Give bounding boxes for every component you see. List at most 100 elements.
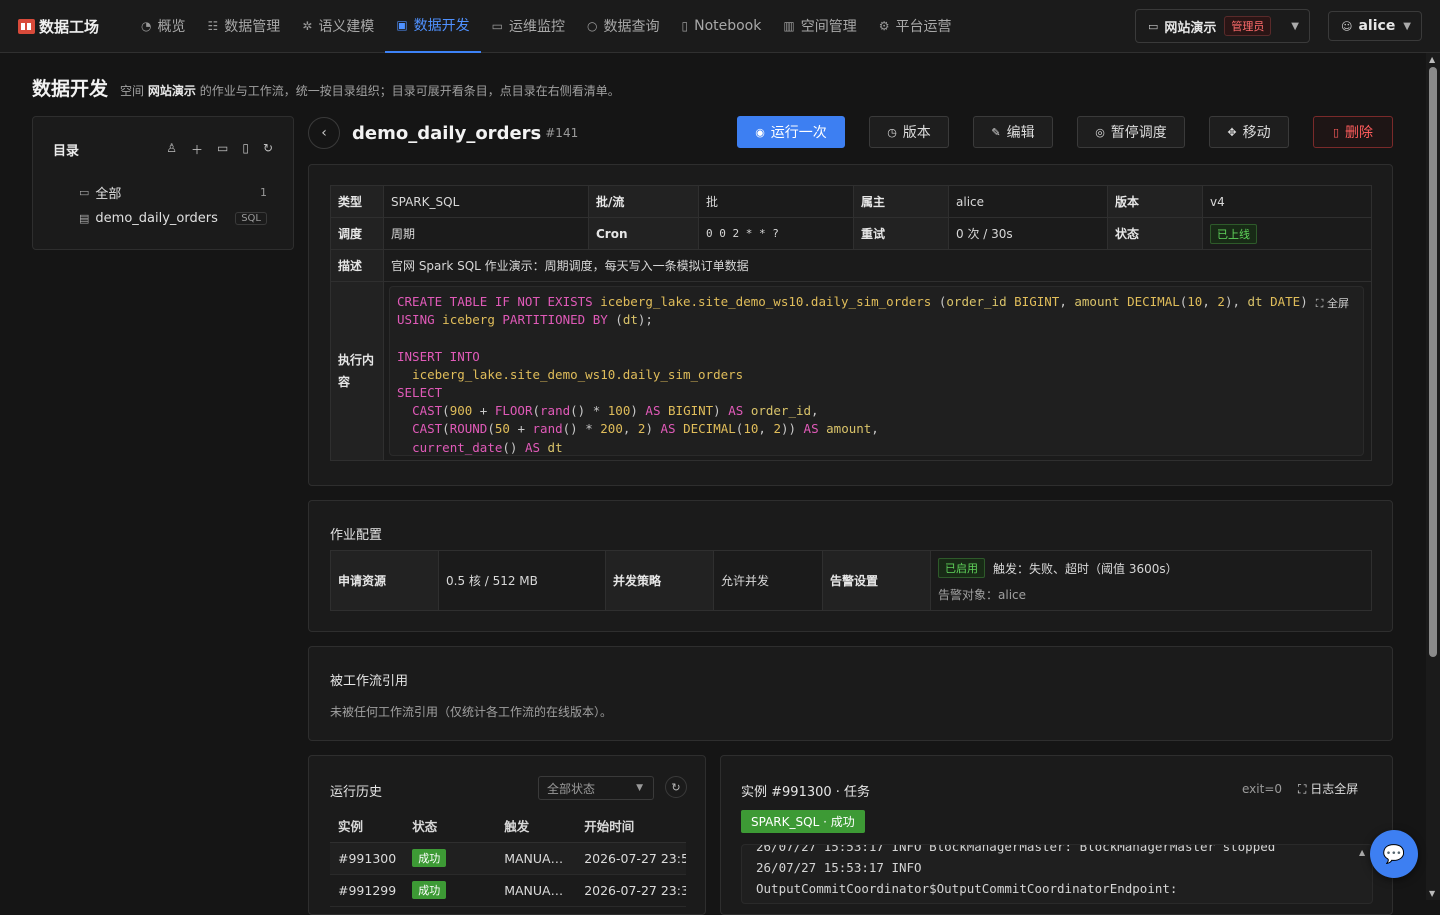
job-schedule: 周期 — [383, 217, 589, 250]
refresh-button[interactable]: ↻ — [665, 776, 687, 798]
chevron-down-icon: ▼ — [1291, 20, 1299, 32]
user-name: alice — [1358, 18, 1396, 34]
status-badge: 成功 — [412, 881, 447, 899]
config-table: 申请资源 0.5 核 / 512 MB 并发策略 允许并发 告警设置 已启用 触发… — [330, 550, 1372, 611]
back-button[interactable]: ‹ — [308, 117, 340, 149]
person-icon[interactable]: ♙ — [166, 141, 177, 158]
pause-circle-icon: ◎ — [1095, 125, 1105, 139]
scroll-up-icon[interactable]: ▲ — [1429, 55, 1435, 64]
notebook-icon: ▯ — [681, 19, 689, 33]
code-icon: ▣ — [396, 18, 408, 32]
config-title: 作业配置 — [330, 528, 383, 543]
chevron-left-icon: ‹ — [321, 125, 327, 141]
log-fullscreen-button[interactable]: ⛶ 日志全屏 — [1298, 780, 1358, 797]
scroll-down-icon[interactable]: ▼ — [1429, 889, 1435, 898]
gear-icon: ⚙ — [878, 19, 890, 33]
chat-button[interactable]: 💬 — [1370, 830, 1418, 878]
page-scrollbar[interactable]: ▲ ▼ — [1426, 53, 1440, 900]
folder-icon: ▭ — [1148, 19, 1159, 33]
refresh-icon: ↻ — [671, 780, 681, 794]
delete-button[interactable]: ▯ 删除 — [1313, 116, 1393, 148]
log-output[interactable]: 26/07/27 15:53:17 INFO BlockManagerMaste… — [741, 844, 1373, 904]
refs-title: 被工作流引用 — [330, 674, 409, 689]
chevron-down-icon: ▼ — [1403, 20, 1411, 32]
nav-item-platform-ops[interactable]: ⚙ 平台运营 — [868, 0, 963, 53]
sparkle-icon: ✲ — [302, 19, 313, 33]
job-owner: alice — [948, 185, 1108, 218]
building-icon: ▥ — [783, 19, 795, 33]
alert-trigger: 触发：失败、超时（阈值 3600s） — [993, 561, 1178, 576]
history-table: 实例 状态 触发 开始时间 #991300 成功 MANUA… 2026-07-… — [330, 810, 686, 907]
job-config-card: 作业配置 申请资源 0.5 核 / 512 MB 并发策略 允许并发 告警设置 … — [308, 500, 1393, 632]
scroll-up-icon[interactable]: ▲ — [1359, 848, 1365, 857]
job-id: #141 — [545, 126, 579, 140]
folder-icon: ▭ — [79, 185, 90, 199]
concurrency-value: 允许并发 — [713, 550, 823, 611]
database-icon: ☷ — [207, 19, 219, 33]
dashboard-icon: ◔ — [141, 19, 152, 33]
page-header: 数据开发 空间 网站演示 的作业与工作流，统一按目录组织；目录可展开看条目，点目… — [32, 74, 620, 101]
item-count: 1 — [260, 185, 267, 199]
refresh-icon[interactable]: ↻ — [263, 141, 273, 158]
edit-button[interactable]: ✎ 编辑 — [973, 116, 1053, 148]
app-logo[interactable]: 数据工场 — [18, 16, 130, 37]
nav-item-notebook[interactable]: ▯ Notebook — [670, 0, 772, 53]
tree-item-all[interactable]: ▭ 全部 1 — [33, 179, 293, 205]
job-description: 官网 Spark SQL 作业演示：周期调度，每天写入一条模拟订单数据 — [383, 249, 1372, 282]
job-info-table: 类型 SPARK_SQL 批/流 批 属主 alice 版本 v4 调度 周期 … — [330, 185, 1372, 461]
nav-item-data-development[interactable]: ▣ 数据开发 — [385, 0, 481, 53]
top-navbar: 数据工场 ◔ 概览 ☷ 数据管理 ✲ 语义建模 ▣ 数据开发 ▭ 运维监控 ○ 数据查询 ▯… — [0, 0, 1440, 53]
nav-item-data-query[interactable]: ○ 数据查询 — [576, 0, 670, 53]
exit-code: exit=0 — [1242, 782, 1283, 796]
history-title: 运行历史 — [330, 785, 383, 800]
pencil-icon: ✎ — [991, 125, 1001, 139]
pause-schedule-button[interactable]: ◎ 暂停调度 — [1077, 116, 1185, 148]
user-menu[interactable]: ☺ alice ▼ — [1328, 11, 1422, 41]
refs-text: 未被任何工作流引用（仅统计各工作流的在线版本）。 — [330, 705, 613, 719]
alert-target: 告警对象：alice — [938, 588, 1027, 602]
job-info-card: 类型 SPARK_SQL 批/流 批 属主 alice 版本 v4 调度 周期 … — [308, 164, 1393, 486]
nav-item-ops-monitor[interactable]: ▭ 运维监控 — [481, 0, 576, 53]
job-name: demo_daily_orders — [352, 122, 542, 144]
fullscreen-button[interactable]: ⛶ 全屏 — [1316, 295, 1349, 313]
workspace-selector[interactable]: ▭ 网站演示 管理员 ▼ — [1135, 9, 1310, 43]
tree-item-job[interactable]: ▤ demo_daily_orders SQL — [33, 205, 293, 231]
plus-icon[interactable]: ＋ — [191, 141, 203, 158]
user-icon: ☺ — [1341, 19, 1353, 33]
trash-icon[interactable]: ▯ — [242, 141, 249, 158]
task-tab[interactable]: SPARK_SQL · 成功 — [741, 810, 865, 833]
table-row[interactable]: #991299 成功 MANUA… 2026-07-27 23:38 — [330, 874, 686, 907]
app-title: 数据工场 — [39, 17, 100, 36]
move-button[interactable]: ✥ 移动 — [1209, 116, 1289, 148]
clock-icon: ◷ — [887, 125, 897, 139]
job-retry: 0 次 / 30s — [948, 217, 1108, 250]
sql-code-block[interactable]: ⛶ 全屏 CREATE TABLE IF NOT EXISTS iceberg_l… — [389, 286, 1364, 456]
status-badge: 已上线 — [1210, 223, 1257, 244]
monitor-icon: ▭ — [491, 19, 503, 33]
search-icon: ○ — [587, 19, 598, 33]
workspace-name: 网站演示 — [1164, 20, 1217, 36]
log-title: 实例 #991300 · 任务 — [741, 785, 871, 800]
page-title: 数据开发 — [32, 78, 109, 100]
nav-item-overview[interactable]: ◔ 概览 — [130, 0, 196, 53]
catalog-panel: 目录 ♙ ＋ ▭ ▯ ↻ ▭ 全部 1 ▤ demo_daily_orders … — [32, 116, 294, 250]
status-filter-select[interactable]: 全部状态 ▼ — [538, 776, 654, 800]
move-icon: ✥ — [1227, 125, 1237, 139]
instance-log-card: 实例 #991300 · 任务 exit=0 ⛶ 日志全屏 SPARK_SQL … — [720, 755, 1393, 915]
scrollbar-thumb[interactable] — [1429, 67, 1437, 657]
factory-icon — [18, 18, 35, 34]
run-once-button[interactable]: ◉ 运行一次 — [737, 116, 845, 148]
main-nav: ◔ 概览 ☷ 数据管理 ✲ 语义建模 ▣ 数据开发 ▭ 运维监控 ○ 数据查询 ▯ Noteb… — [130, 0, 962, 53]
table-row[interactable]: #991300 成功 MANUA… 2026-07-27 23:52 — [330, 842, 686, 875]
nav-item-data-management[interactable]: ☷ 数据管理 — [196, 0, 291, 53]
play-circle-icon: ◉ — [755, 125, 765, 139]
alert-status-badge: 已启用 — [938, 558, 985, 578]
chat-icon: 💬 — [1382, 843, 1406, 865]
nav-item-space-management[interactable]: ▥ 空间管理 — [772, 0, 867, 53]
page-subtitle: 空间 网站演示 的作业与工作流，统一按目录组织；目录可展开看条目，点目录在右侧看… — [120, 84, 620, 98]
folder-add-icon[interactable]: ▭ — [217, 141, 228, 158]
chevron-down-icon: ▼ — [636, 783, 643, 793]
trash-icon: ▯ — [1332, 125, 1340, 139]
nav-item-semantic-modeling[interactable]: ✲ 语义建模 — [291, 0, 385, 53]
version-button[interactable]: ◷ 版本 — [869, 116, 949, 148]
